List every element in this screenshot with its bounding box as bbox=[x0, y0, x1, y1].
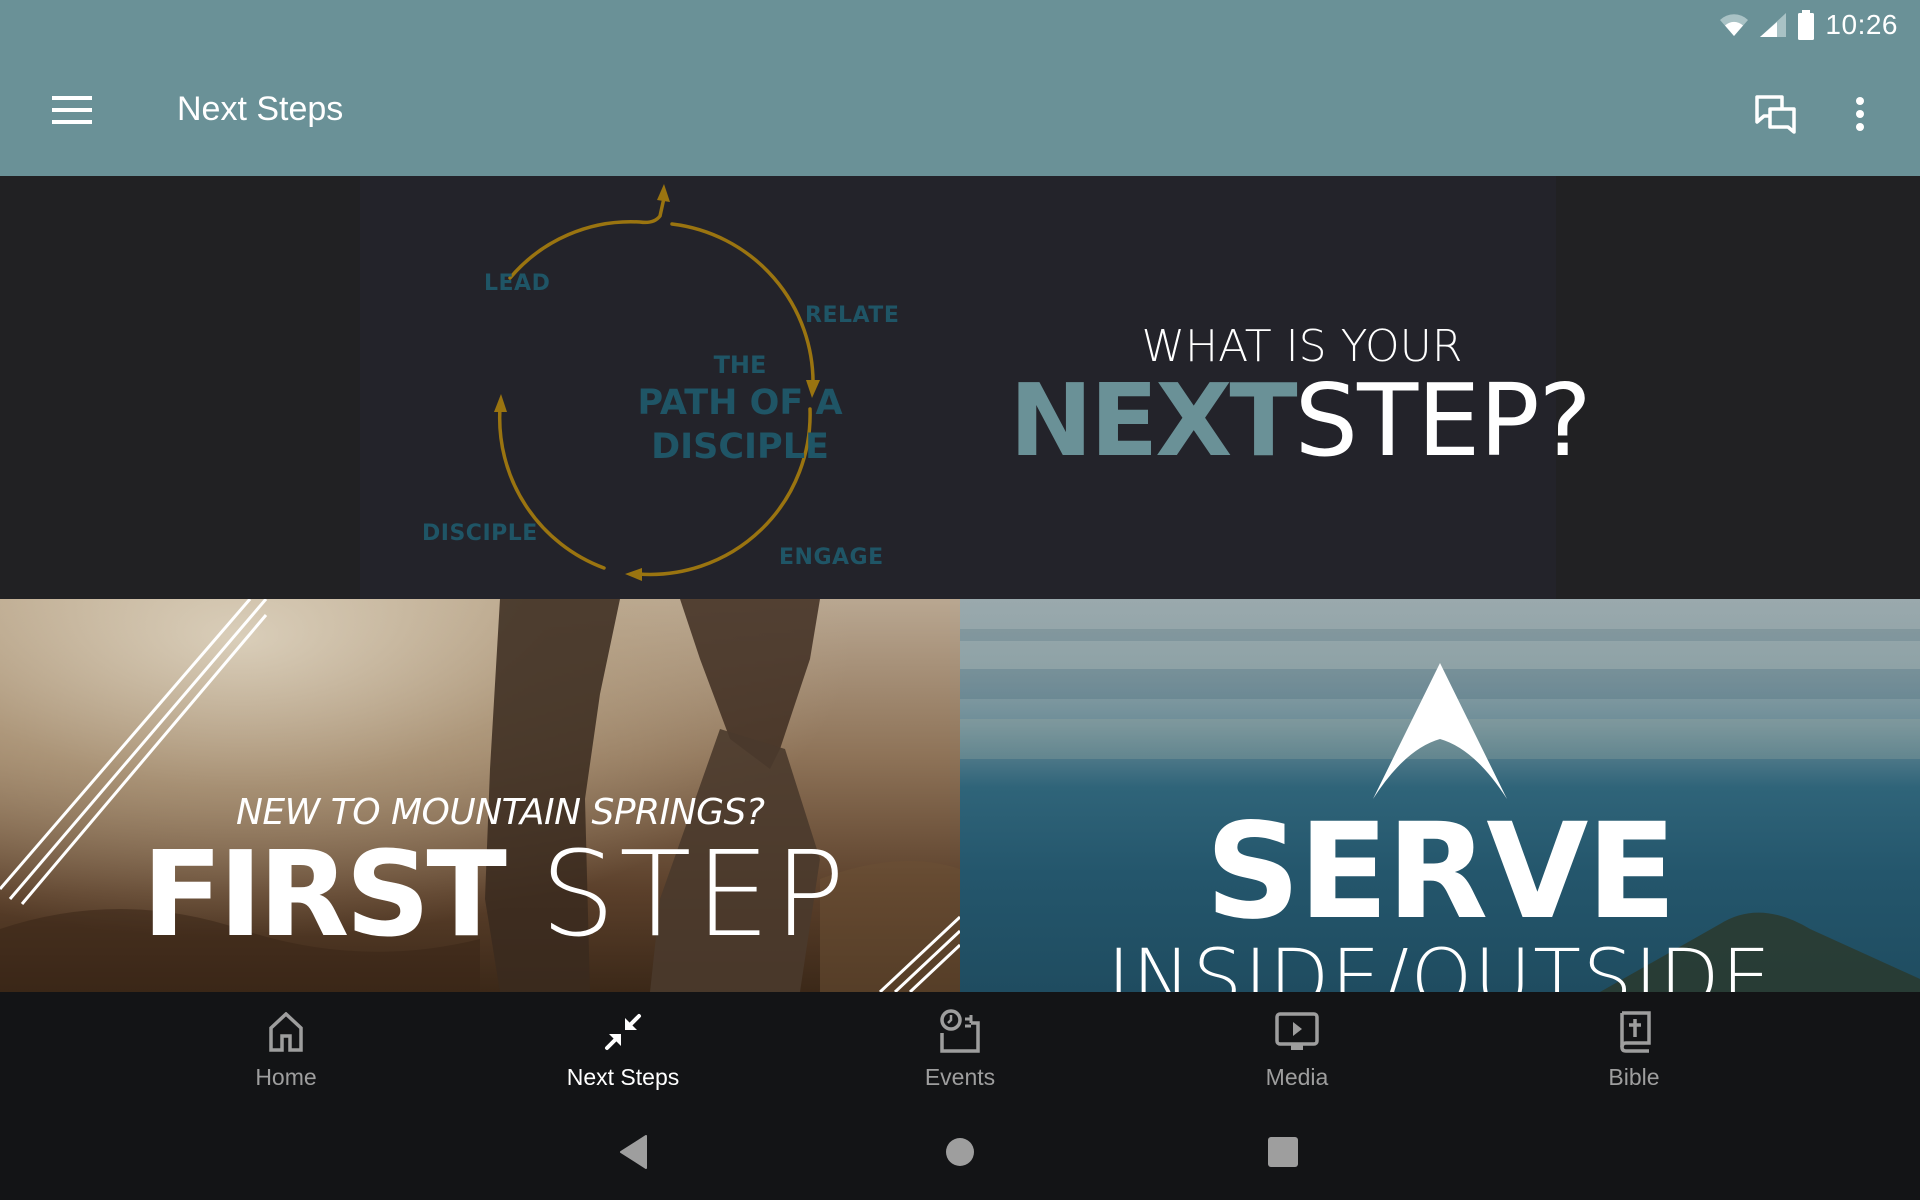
back-icon bbox=[619, 1134, 649, 1174]
system-recents-button[interactable] bbox=[1255, 1130, 1311, 1178]
nav-next-steps[interactable]: Next Steps bbox=[455, 992, 792, 1102]
bottom-navigation: Home Next Steps Events Media Bible bbox=[0, 992, 1920, 1102]
hamburger-menu-icon bbox=[52, 95, 92, 129]
system-back-button[interactable] bbox=[606, 1130, 662, 1178]
home-icon bbox=[268, 1010, 304, 1054]
cell-signal-icon bbox=[1759, 12, 1787, 38]
stage-engage: ENGAGE bbox=[779, 545, 884, 570]
wifi-icon bbox=[1719, 12, 1749, 38]
recents-icon bbox=[1268, 1136, 1298, 1172]
nav-bible[interactable]: Bible bbox=[1466, 992, 1803, 1102]
serve-subtitle: INSIDE/OUTSIDE bbox=[1107, 934, 1773, 992]
nav-next-steps-label: Next Steps bbox=[566, 1064, 680, 1090]
next-step-banner[interactable]: LEAD RELATE ENGAGE DISCIPLE THE PATH OF … bbox=[0, 176, 1920, 599]
status-bar: 10:26 bbox=[1719, 8, 1898, 42]
first-step-title-bold: FIRST bbox=[142, 825, 507, 963]
diagram-title-prefix: THE bbox=[713, 351, 767, 379]
banner-image: LEAD RELATE ENGAGE DISCIPLE THE PATH OF … bbox=[360, 176, 1592, 599]
top-bar: 10:26 Next Steps bbox=[0, 0, 1920, 176]
nav-home[interactable]: Home bbox=[118, 992, 455, 1102]
media-icon bbox=[1274, 1010, 1320, 1054]
stage-lead: LEAD bbox=[484, 271, 551, 296]
diagram-title: PATH OF A DISCIPLE bbox=[565, 381, 915, 469]
first-step-title: FIRST STEP bbox=[142, 819, 849, 969]
first-step-title-light: STEP bbox=[540, 825, 850, 963]
clock: 10:26 bbox=[1825, 9, 1898, 40]
chat-button[interactable] bbox=[1748, 88, 1804, 144]
nav-bible-label: Bible bbox=[1608, 1064, 1660, 1090]
first-step-tile[interactable]: NEW TO MOUNTAIN SPRINGS? FIRST STEP bbox=[0, 599, 960, 992]
diagram-title-line2: DISCIPLE bbox=[651, 427, 829, 467]
events-icon bbox=[938, 1009, 982, 1054]
app-bar: Next Steps bbox=[0, 48, 1920, 176]
nav-events-label: Events bbox=[924, 1064, 996, 1090]
headline-step: STEP? bbox=[1294, 362, 1592, 479]
banner-headline: NEXTSTEP? bbox=[990, 366, 1610, 476]
nav-events[interactable]: Events bbox=[792, 992, 1129, 1102]
next-steps-icon bbox=[603, 1010, 643, 1054]
nav-media-label: Media bbox=[1265, 1064, 1329, 1090]
chat-icon bbox=[1754, 94, 1798, 139]
headline-next: NEXT bbox=[1009, 362, 1297, 479]
nav-media[interactable]: Media bbox=[1129, 992, 1466, 1102]
menu-button[interactable] bbox=[36, 84, 108, 140]
serve-title: SERVE bbox=[1205, 795, 1676, 949]
bible-icon bbox=[1616, 1010, 1652, 1054]
battery-icon bbox=[1797, 10, 1815, 40]
system-navigation-bar bbox=[0, 1102, 1920, 1200]
more-vert-icon bbox=[1854, 96, 1866, 137]
home-circle-icon bbox=[945, 1137, 975, 1172]
stage-disciple: DISCIPLE bbox=[422, 521, 538, 546]
nav-home-label: Home bbox=[255, 1064, 317, 1090]
page-title: Next Steps bbox=[177, 90, 344, 128]
diagram-title-line1: PATH OF A bbox=[637, 383, 843, 423]
stage-relate: RELATE bbox=[805, 303, 900, 328]
more-options-button[interactable] bbox=[1834, 88, 1886, 144]
system-home-button[interactable] bbox=[932, 1130, 988, 1178]
serve-tile[interactable]: SERVE INSIDE/OUTSIDE bbox=[960, 599, 1920, 992]
